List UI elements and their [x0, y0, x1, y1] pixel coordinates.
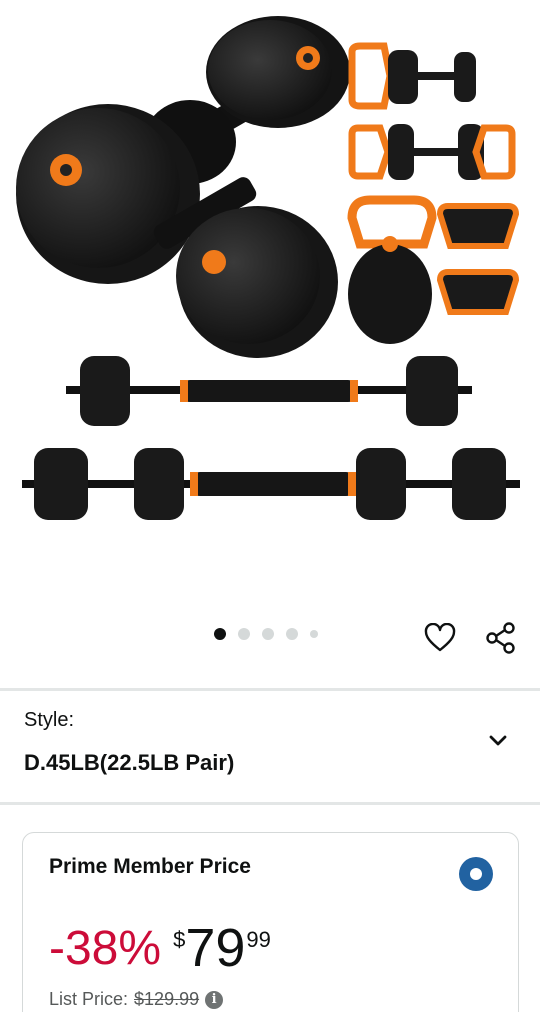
carousel-dot-3[interactable] — [262, 628, 274, 640]
carousel-dot-5[interactable] — [310, 630, 318, 638]
style-value: D.45LB(22.5LB Pair) — [24, 750, 235, 775]
price-whole: 79 — [185, 918, 246, 978]
carousel-dot-1[interactable] — [214, 628, 226, 640]
favorite-button[interactable] — [420, 618, 460, 658]
product-image[interactable] — [0, 0, 540, 600]
chevron-down-icon[interactable] — [484, 727, 512, 755]
carousel-dot-4[interactable] — [286, 628, 298, 640]
info-icon[interactable]: i — [205, 990, 224, 1009]
short-barbell — [66, 356, 472, 426]
section-divider — [0, 802, 540, 805]
list-price-label: List Price: — [49, 989, 129, 1009]
discount-percentage: -38% — [49, 922, 162, 975]
share-icon — [486, 622, 515, 654]
image-carousel-dots — [214, 628, 318, 640]
large-dumbbell — [16, 16, 350, 358]
price-option-title: Prime Member Price — [49, 855, 251, 878]
carousel-dot-2[interactable] — [238, 628, 250, 640]
price-fraction: 99 — [246, 927, 271, 952]
section-divider — [0, 688, 540, 691]
style-label: Style: — [24, 709, 75, 731]
list-price-value: $129.99 — [134, 989, 200, 1009]
list-price: List Price: $129.99 i — [49, 989, 224, 1010]
price-row: -38% $ 79 99 — [49, 921, 271, 981]
long-barbell — [22, 448, 520, 520]
style-selector[interactable]: Style: D.45LB(22.5LB Pair) — [0, 693, 540, 801]
currency-symbol: $ — [173, 927, 186, 952]
radio-selected[interactable] — [459, 857, 493, 891]
share-button[interactable] — [481, 618, 521, 658]
kettlebell-configurations — [347, 42, 520, 344]
dumbbell-set-illustration — [16, 16, 520, 520]
prime-price-option[interactable]: Prime Member Price -38% $ 79 99 List Pri… — [22, 832, 519, 1012]
heart-icon — [424, 623, 456, 652]
